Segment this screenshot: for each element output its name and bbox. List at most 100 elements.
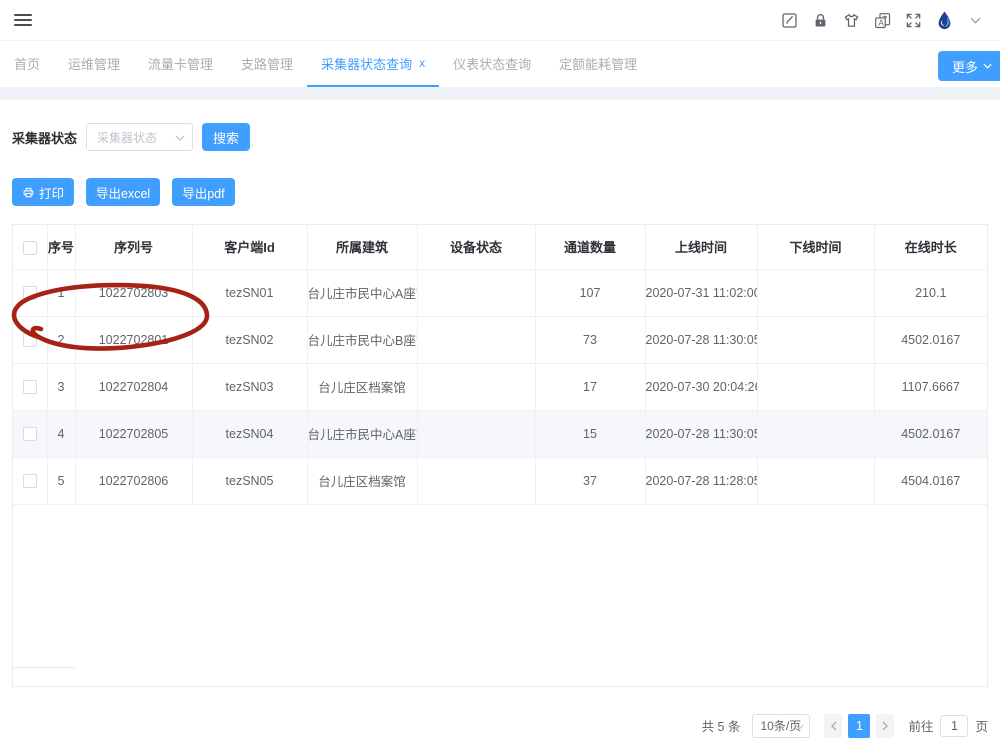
select-placeholder: 采集器状态 [97,129,157,146]
printer-icon [22,186,35,199]
table-row: 3 1022702804 tezSN03 台儿庄区档案馆 17 2020-07-… [13,363,987,410]
table-empty-area [13,505,987,686]
cell-online-time: 2020-07-28 11:30:05 [645,316,757,363]
user-menu-arrow-icon[interactable] [964,9,986,31]
cell-online-duration: 1107.6667 [874,363,987,410]
tab-meter-status-query[interactable]: 仪表状态查询 [439,41,545,87]
filter-row: 采集器状态 采集器状态 搜索 [12,123,988,151]
brand-logo[interactable] [933,9,955,31]
fullscreen-icon[interactable] [902,9,924,31]
row-checkbox[interactable] [23,474,37,488]
svg-text:A: A [878,18,884,27]
cell-online-time: 2020-07-31 11:02:00 [645,269,757,316]
export-pdf-button[interactable]: 导出pdf [172,178,234,206]
tabbar-divider [0,87,1000,100]
page-unit-label: 页 [975,716,988,735]
cell-client-id: tezSN01 [192,269,307,316]
row-checkbox[interactable] [23,333,37,347]
cell-channel-count: 15 [535,410,645,457]
content-area: 采集器状态 采集器状态 搜索 打印 导出excel 导出pdf [0,123,1000,738]
chevron-left-icon [830,721,837,731]
page-size-select[interactable]: 10条/页 [752,714,810,738]
fixed-column-border [13,667,75,668]
cell-serial: 1022702804 [75,363,192,410]
cell-online-duration: 4504.0167 [874,457,987,504]
collector-table: 序号 序列号 客户端Id 所属建筑 设备状态 通道数量 上线时间 下线时间 在线… [12,224,988,687]
cell-serial: 1022702803 [75,269,192,316]
cell-offline-time [757,410,874,457]
prev-page-button[interactable] [824,714,842,738]
page-number-button[interactable]: 1 [848,714,870,738]
cell-serial: 1022702805 [75,410,192,457]
cell-seq: 1 [47,269,75,316]
tab-bar: 首页 运维管理 流量卡管理 支路管理 采集器状态查询 x 仪表状态查询 定额能耗… [0,41,1000,87]
more-tabs-button[interactable]: 更多 [938,51,1000,81]
tab-home[interactable]: 首页 [0,41,54,87]
cell-channel-count: 73 [535,316,645,363]
row-checkbox[interactable] [23,427,37,441]
cell-building: 台儿庄区档案馆 [307,457,417,504]
tab-ops-management[interactable]: 运维管理 [54,41,134,87]
chevron-down-icon [795,724,804,730]
cell-online-time: 2020-07-28 11:30:05 [645,410,757,457]
cell-channel-count: 107 [535,269,645,316]
print-button[interactable]: 打印 [12,178,74,206]
cell-channel-count: 37 [535,457,645,504]
cell-client-id: tezSN05 [192,457,307,504]
cell-device-status [417,457,535,504]
collector-status-select[interactable]: 采集器状态 [86,123,193,151]
table-row: 5 1022702806 tezSN05 台儿庄区档案馆 37 2020-07-… [13,457,987,504]
cell-building: 台儿庄区档案馆 [307,363,417,410]
cell-online-duration: 4502.0167 [874,410,987,457]
lock-icon[interactable] [809,9,831,31]
cell-device-status [417,269,535,316]
chevron-down-icon [983,63,992,69]
export-excel-button[interactable]: 导出excel [86,178,160,206]
theme-shirt-icon[interactable] [840,9,862,31]
next-page-button[interactable] [876,714,894,738]
cell-online-time: 2020-07-28 11:28:05 [645,457,757,504]
cell-building: 台儿庄市民中心B座写字楼 [307,316,417,363]
cell-offline-time [757,269,874,316]
search-button[interactable]: 搜索 [202,123,250,151]
cell-seq: 5 [47,457,75,504]
topbar-actions: A [778,9,986,31]
header-select-all [13,225,47,269]
tab-branch-management[interactable]: 支路管理 [227,41,307,87]
header-client-id: 客户端Id [192,225,307,269]
header-channel-count: 通道数量 [535,225,645,269]
app-window: A 首页 运维管理 流量卡管理 支路管理 采集器状态查询 x 仪表状态查询 定额… [0,0,1000,750]
tab-sim-card-management[interactable]: 流量卡管理 [134,41,227,87]
row-checkbox[interactable] [23,380,37,394]
cell-building: 台儿庄市民中心A座写字楼 [307,410,417,457]
cell-building: 台儿庄市民中心A座写字楼 [307,269,417,316]
pagination: 共 5 条 10条/页 1 前往 页 [12,714,988,738]
tab-close-icon[interactable]: x [419,56,425,70]
cell-offline-time [757,316,874,363]
actions-row: 打印 导出excel 导出pdf [12,178,988,206]
select-all-checkbox[interactable] [23,241,37,255]
tab-collector-status-query[interactable]: 采集器状态查询 x [307,41,439,87]
cell-online-duration: 210.1 [874,269,987,316]
header-serial: 序列号 [75,225,192,269]
table-row: 1 1022702803 tezSN01 台儿庄市民中心A座写字楼 107 20… [13,269,987,316]
menu-toggle-icon[interactable] [14,11,32,29]
cell-client-id: tezSN04 [192,410,307,457]
header-building: 所属建筑 [307,225,417,269]
goto-label: 前往 [908,716,933,735]
header-offline-time: 下线时间 [757,225,874,269]
cell-client-id: tezSN02 [192,316,307,363]
cell-online-duration: 4502.0167 [874,316,987,363]
tab-quota-energy-management[interactable]: 定额能耗管理 [545,41,651,87]
header-seq: 序号 [47,225,75,269]
goto-page-input[interactable] [940,715,968,737]
sign-icon[interactable] [778,9,800,31]
cell-offline-time [757,457,874,504]
row-checkbox[interactable] [23,286,37,300]
chevron-right-icon [882,721,889,731]
header-device-status: 设备状态 [417,225,535,269]
table-row: 4 1022702805 tezSN04 台儿庄市民中心A座写字楼 15 202… [13,410,987,457]
language-icon[interactable]: A [871,9,893,31]
cell-seq: 3 [47,363,75,410]
table-header-row: 序号 序列号 客户端Id 所属建筑 设备状态 通道数量 上线时间 下线时间 在线… [13,225,987,269]
